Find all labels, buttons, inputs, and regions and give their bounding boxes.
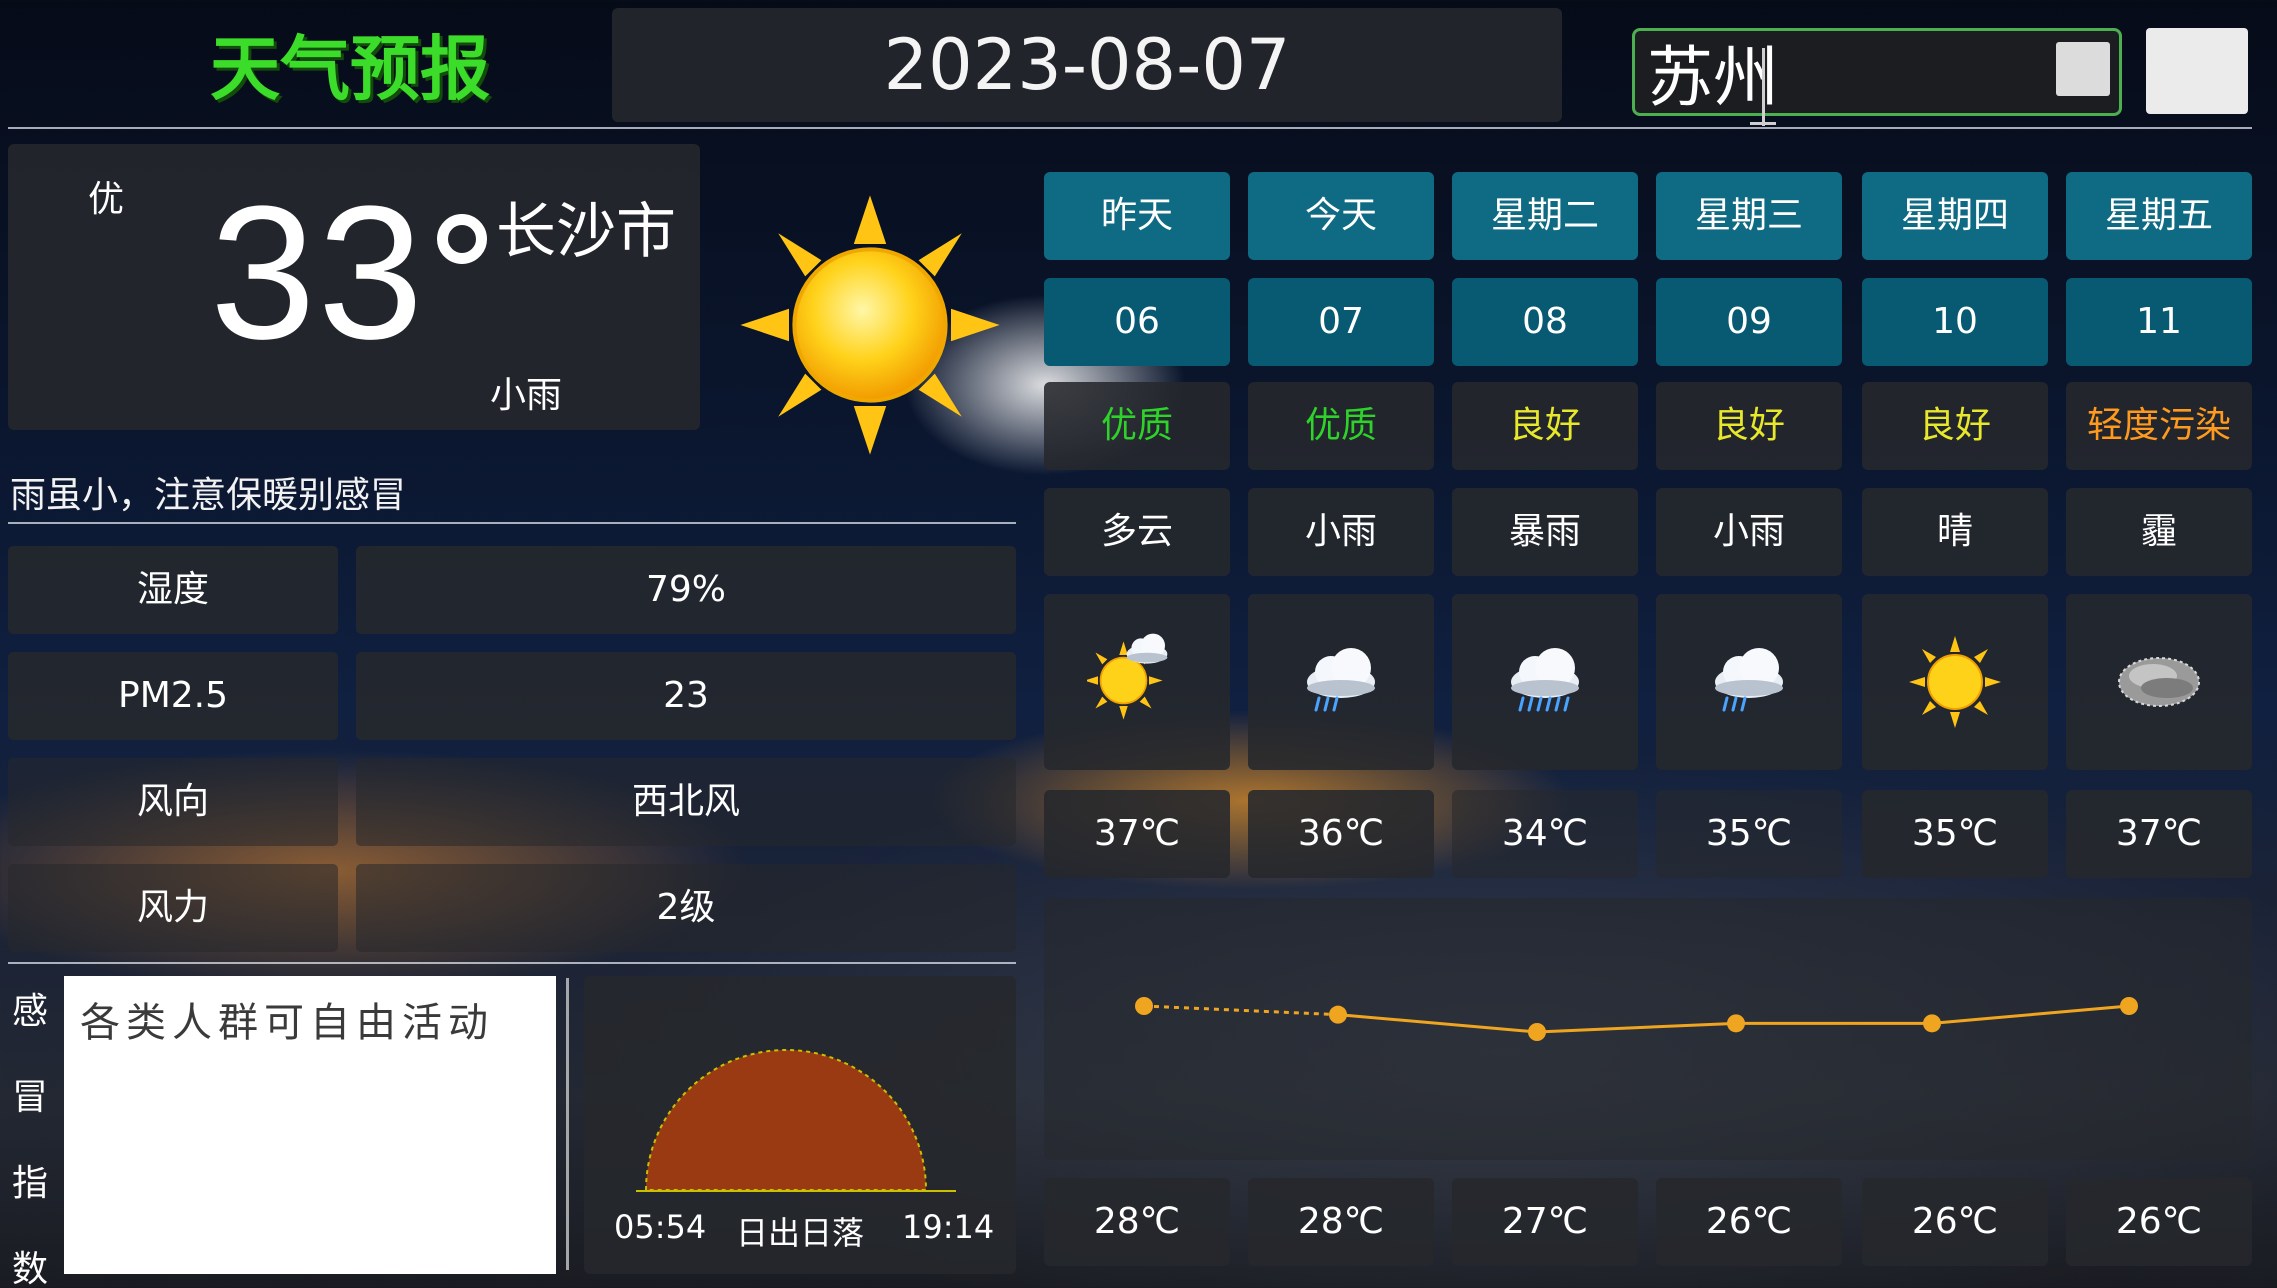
- forecast-day-label[interactable]: 今天: [1248, 172, 1434, 260]
- forecast-day-label[interactable]: 星期二: [1452, 172, 1638, 260]
- wind-force-label: 风力: [8, 864, 338, 952]
- forecast-high-temp: 35℃: [1862, 790, 2048, 878]
- partly-cloudy-icon: [1087, 633, 1168, 720]
- forecast-aqi: 良好: [1452, 382, 1638, 470]
- forecast-day-label[interactable]: 星期三: [1656, 172, 1842, 260]
- app-title: 天气预报: [210, 28, 490, 110]
- search-button[interactable]: [2146, 28, 2248, 114]
- forecast-date[interactable]: 11: [2066, 278, 2252, 366]
- forecast-condition: 小雨: [1656, 488, 1842, 576]
- forecast-day-label[interactable]: 星期四: [1862, 172, 2048, 260]
- forecast-high-temp: 36℃: [1248, 790, 1434, 878]
- pm25-label: PM2.5: [8, 652, 338, 740]
- trend-point: [1528, 1023, 1546, 1041]
- forecast-aqi: 良好: [1656, 382, 1842, 470]
- current-temperature: 33: [210, 167, 426, 379]
- forecast-low-temp: 26℃: [2066, 1178, 2252, 1266]
- trend-segment: [1143, 1004, 1339, 1017]
- index-divider: [566, 978, 569, 1270]
- forecast-low-temp: 27℃: [1452, 1178, 1638, 1266]
- forecast-icon-cell: [2066, 594, 2252, 770]
- forecast-low-temp: 28℃: [1044, 1178, 1230, 1266]
- current-aqi-label: 优: [88, 179, 125, 220]
- wind-direction-label: 风向: [8, 758, 338, 846]
- forecast-condition: 小雨: [1248, 488, 1434, 576]
- sunset-time: 19:14: [902, 1208, 995, 1246]
- forecast-date[interactable]: 07: [1248, 278, 1434, 366]
- forecast-high-temp: 37℃: [2066, 790, 2252, 878]
- pm25-value: 23: [356, 652, 1016, 740]
- forecast-date[interactable]: 08: [1452, 278, 1638, 366]
- trend-segment: [1536, 1021, 1737, 1034]
- index-label-char: 指: [11, 1163, 48, 1204]
- forecast-low-temp: 28℃: [1248, 1178, 1434, 1266]
- trend-point: [1923, 1014, 1941, 1033]
- forecast-icon-cell: [1862, 594, 2048, 770]
- index-label-char: 数: [11, 1249, 48, 1288]
- forecast-high-temp: 37℃: [1044, 790, 1230, 878]
- forecast-aqi: 良好: [1862, 382, 2048, 470]
- forecast-icon-cell: [1656, 594, 1842, 770]
- sunny-icon: [1909, 636, 2001, 728]
- forecast-date[interactable]: 06: [1044, 278, 1230, 366]
- details-divider: [8, 962, 1016, 964]
- sun-arc: [636, 1049, 956, 1192]
- city-search-input[interactable]: [1632, 28, 2122, 116]
- life-index-text: 各类人群可自由活动: [64, 976, 556, 1274]
- date-display: 2023-08-07: [612, 8, 1562, 122]
- humidity-label: 湿度: [8, 546, 338, 634]
- forecast-condition: 多云: [1044, 488, 1230, 576]
- forecast-date[interactable]: 09: [1656, 278, 1842, 366]
- haze-icon: [2118, 657, 2200, 707]
- wind-direction-value: 西北风: [356, 758, 1016, 846]
- trend-point: [1727, 1014, 1745, 1033]
- text-cursor-foot: [1750, 122, 1776, 125]
- trend-segment: [1337, 1013, 1538, 1034]
- forecast-day-label[interactable]: 昨天: [1044, 172, 1230, 260]
- current-city-name: 长沙市: [496, 197, 676, 267]
- forecast-icon-cell: [1452, 594, 1638, 770]
- light-rain-icon: [1715, 648, 1783, 712]
- index-label-char: 冒: [11, 1077, 48, 1118]
- forecast-high-temp: 34℃: [1452, 790, 1638, 878]
- sun-arc-fill: [644, 1049, 928, 1191]
- forecast-aqi: 优质: [1248, 382, 1434, 470]
- sunrise-sunset-caption: 日出日落: [736, 1214, 865, 1252]
- trend-point: [2120, 997, 2138, 1015]
- index-label-char: 感: [11, 991, 48, 1032]
- trend-point: [1329, 1005, 1347, 1024]
- forecast-date[interactable]: 10: [1862, 278, 2048, 366]
- temperature-trend-chart: [1135, 997, 2138, 1041]
- forecast-icon-cell: [1248, 594, 1434, 770]
- current-condition: 小雨: [490, 375, 563, 416]
- date-text: 2023-08-07: [883, 24, 1291, 106]
- forecast-low-temp: 26℃: [1862, 1178, 2048, 1266]
- trend-segment: [1931, 1004, 2130, 1025]
- forecast-day-label[interactable]: 星期五: [2066, 172, 2252, 260]
- forecast-high-temp: 35℃: [1656, 790, 1842, 878]
- forecast-aqi: 优质: [1044, 382, 1230, 470]
- trend-point: [1135, 997, 1153, 1015]
- sunrise-time: 05:54: [614, 1208, 707, 1246]
- tip-divider: [8, 522, 1016, 524]
- forecast-condition: 晴: [1862, 488, 2048, 576]
- text-cursor-icon: [1762, 48, 1765, 126]
- degree-icon: [437, 214, 487, 264]
- forecast-icon-cell: [1044, 594, 1230, 770]
- heavy-rain-icon: [1511, 648, 1579, 712]
- header-divider: [8, 127, 2252, 129]
- sunny-icon: [740, 195, 1000, 455]
- light-rain-icon: [1307, 648, 1375, 712]
- weather-tip: 雨虽小，注意保暖别感冒: [10, 475, 407, 516]
- forecast-condition: 霾: [2066, 488, 2252, 576]
- forecast-low-temp: 26℃: [1656, 1178, 1842, 1266]
- humidity-value: 79%: [356, 546, 1016, 634]
- wind-force-value: 2级: [356, 864, 1016, 952]
- city-checkbox[interactable]: [2056, 42, 2110, 96]
- forecast-condition: 暴雨: [1452, 488, 1638, 576]
- forecast-aqi: 轻度污染: [2066, 382, 2252, 470]
